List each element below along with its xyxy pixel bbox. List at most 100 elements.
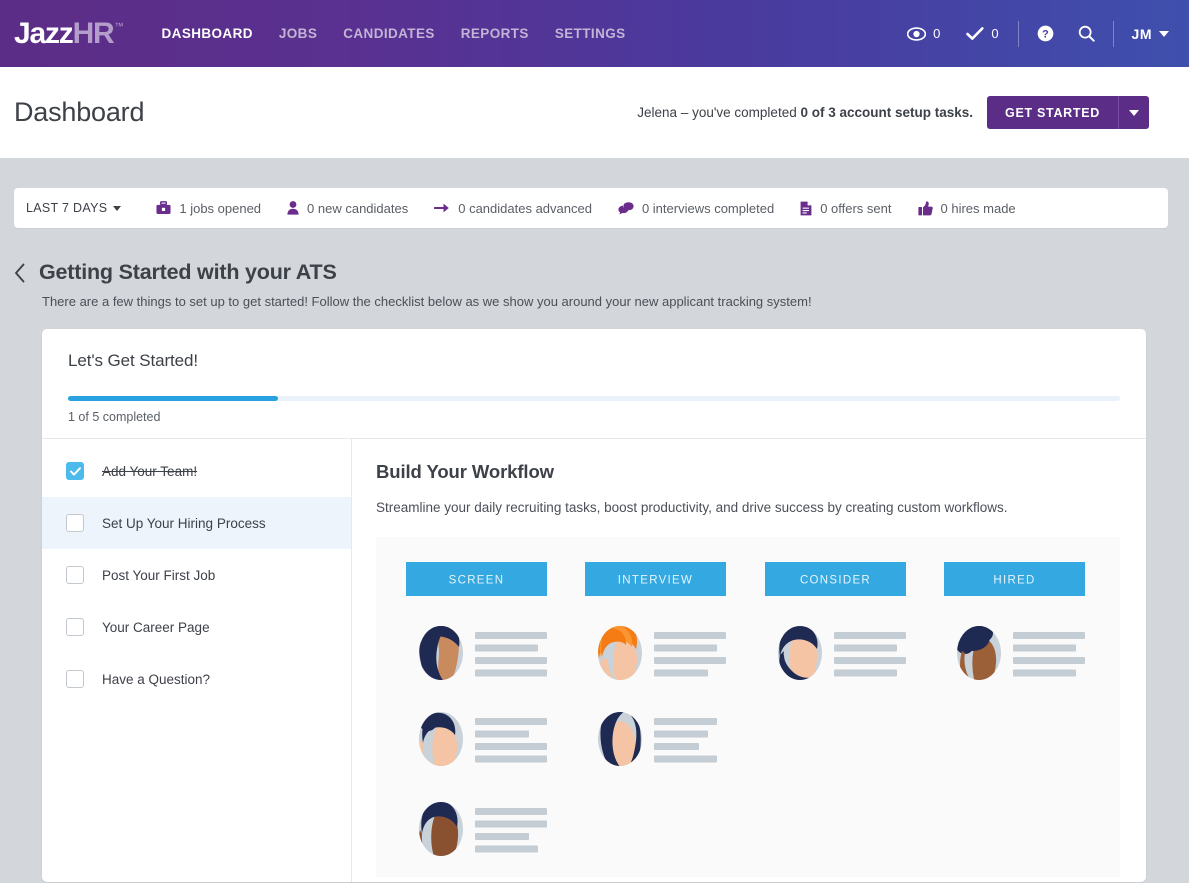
jazzhr-logo[interactable]: JazzHR ™	[14, 16, 124, 50]
setup-message-count: 0 of 3 account setup tasks.	[800, 105, 974, 120]
stat-interviews-completed-label: 0 interviews completed	[641, 200, 775, 216]
check-icon	[69, 466, 81, 476]
date-range-label: LAST 7 DAYS	[26, 201, 108, 215]
chevron-left-icon	[15, 263, 25, 282]
getting-started-header: Getting Started with your ATS	[14, 260, 1168, 285]
eye-icon	[907, 26, 927, 41]
check-icon	[966, 26, 984, 40]
nav-right-cluster: 0 0 ? JM	[894, 20, 1173, 47]
get-started-button-group: GET STARTED	[987, 96, 1149, 129]
nav-divider-1	[1017, 20, 1019, 47]
getting-started-subtitle: There are a few things to set up to get …	[42, 294, 812, 309]
progress-bar-track	[68, 396, 1120, 401]
stat-offers-sent-label: 0 offers sent	[820, 200, 892, 216]
top-navigation-bar: JazzHR ™ DASHBOARD JOBS CANDIDATES REPOR…	[0, 0, 1189, 67]
watching-button[interactable]: 0	[894, 26, 953, 41]
card-title: Let's Get Started!	[68, 351, 198, 370]
checklist-item-label: Post Your First Job	[102, 567, 216, 583]
nav-link-jobs[interactable]: JOBS	[279, 26, 317, 41]
stat-hires-made: 0 hires made	[905, 201, 1029, 216]
search-icon	[1078, 25, 1095, 42]
stat-new-candidates-label: 0 new candidates	[307, 200, 409, 216]
back-button[interactable]	[14, 263, 26, 283]
stat-hires-made-label: 0 hires made	[940, 200, 1016, 216]
card-header: Let's Get Started! 1 of 5 completed	[42, 329, 1146, 438]
chevron-down-icon	[1129, 109, 1139, 116]
stage-header-hired: HIRED	[944, 562, 1085, 596]
checklist-item-have-a-question[interactable]: Have a Question?	[42, 653, 351, 705]
getting-started-title: Getting Started with your ATS	[39, 260, 337, 284]
setup-checklist: Add Your Team! Set Up Your Hiring Proces…	[42, 439, 352, 882]
stage-header-screen: SCREEN	[406, 562, 547, 596]
stat-jobs-opened: 1 jobs opened	[143, 201, 274, 216]
date-range-selector[interactable]: LAST 7 DAYS	[26, 201, 143, 215]
get-started-button[interactable]: GET STARTED	[987, 96, 1118, 129]
card-body: Add Your Team! Set Up Your Hiring Proces…	[42, 438, 1146, 882]
detail-description: Streamline your daily recruiting tasks, …	[376, 500, 1008, 515]
stat-new-candidates: 0 new candidates	[274, 201, 421, 216]
help-button[interactable]: ?	[1025, 25, 1066, 42]
nav-link-candidates[interactable]: CANDIDATES	[343, 26, 435, 41]
checkbox-icon[interactable]	[66, 618, 84, 636]
arrow-right-icon	[434, 203, 450, 213]
stat-offers-sent: 0 offers sent	[787, 201, 904, 216]
checklist-item-label: Set Up Your Hiring Process	[102, 515, 266, 531]
checkbox-icon[interactable]	[66, 670, 84, 688]
checklist-item-label: Your Career Page	[102, 619, 210, 635]
stage-header-interview: INTERVIEW	[585, 562, 726, 596]
checkbox-icon[interactable]	[66, 514, 84, 532]
stat-jobs-opened-label: 1 jobs opened	[179, 200, 262, 216]
stage-label-interview: INTERVIEW	[618, 575, 693, 587]
nav-link-settings[interactable]: SETTINGS	[555, 26, 626, 41]
setup-message-prefix: Jelena – you've completed	[637, 105, 801, 120]
nav-link-reports[interactable]: REPORTS	[461, 26, 529, 41]
getting-started-card: Let's Get Started! 1 of 5 completed Add …	[42, 329, 1146, 882]
stat-interviews-completed: 0 interviews completed	[605, 201, 787, 216]
page-title: Dashboard	[14, 97, 145, 127]
thumbs-up-icon	[917, 200, 933, 215]
person-icon	[287, 201, 299, 215]
briefcase-icon	[156, 201, 171, 214]
workflow-pipeline-illustration: SCREEN INTERVIEW CONSIDER HIRED	[373, 537, 1123, 877]
get-started-dropdown-button[interactable]	[1118, 96, 1149, 129]
detail-title: Build Your Workflow	[376, 461, 554, 482]
svg-text:?: ?	[1042, 29, 1049, 41]
chevron-down-icon	[113, 205, 122, 211]
checkbox-checked-icon[interactable]	[66, 462, 84, 480]
stage-label-hired: HIRED	[993, 575, 1035, 587]
checklist-detail-panel: Build Your Workflow Streamline your dail…	[352, 439, 1146, 882]
document-icon	[800, 201, 812, 215]
title-bar-right: Jelena – you've completed 0 of 3 account…	[637, 96, 1149, 129]
checkbox-icon[interactable]	[66, 566, 84, 584]
search-button[interactable]	[1066, 25, 1107, 42]
stats-summary-bar: LAST 7 DAYS 1 jobs opened 0 new candidat…	[14, 188, 1168, 228]
stage-label-screen: SCREEN	[449, 575, 505, 587]
checklist-item-post-your-first-job[interactable]: Post Your First Job	[42, 549, 351, 601]
account-setup-message: Jelena – you've completed 0 of 3 account…	[637, 105, 973, 120]
tasks-button[interactable]: 0	[953, 26, 1011, 41]
help-circle-icon: ?	[1037, 25, 1053, 42]
nav-divider-2	[1112, 20, 1114, 47]
page-body: LAST 7 DAYS 1 jobs opened 0 new candidat…	[0, 158, 1189, 882]
page-title-bar: Dashboard Jelena – you've completed 0 of…	[0, 67, 1189, 158]
checklist-item-label: Have a Question?	[102, 671, 211, 687]
stat-candidates-advanced: 0 candidates advanced	[421, 201, 605, 216]
stage-label-consider: CONSIDER	[800, 575, 871, 587]
primary-nav-links: DASHBOARD JOBS CANDIDATES REPORTS SETTIN…	[162, 26, 626, 41]
tasks-count: 0	[991, 26, 999, 41]
user-menu[interactable]: JM	[1120, 26, 1173, 42]
nav-link-dashboard[interactable]: DASHBOARD	[162, 26, 253, 41]
user-initials: JM	[1131, 25, 1152, 42]
checklist-item-add-your-team[interactable]: Add Your Team!	[42, 445, 351, 497]
chevron-down-icon	[1159, 30, 1169, 37]
stat-candidates-advanced-label: 0 candidates advanced	[458, 200, 592, 216]
checklist-item-label: Add Your Team!	[102, 463, 198, 479]
watching-count: 0	[933, 26, 941, 41]
progress-bar-fill	[68, 396, 279, 401]
progress-label: 1 of 5 completed	[68, 410, 161, 424]
checklist-item-your-career-page[interactable]: Your Career Page	[42, 601, 351, 653]
logo-text-hr: HR	[72, 16, 115, 50]
chat-bubble-icon	[618, 202, 634, 215]
stage-header-consider: CONSIDER	[765, 562, 906, 596]
checklist-item-set-up-your-hiring-process[interactable]: Set Up Your Hiring Process	[42, 497, 351, 549]
